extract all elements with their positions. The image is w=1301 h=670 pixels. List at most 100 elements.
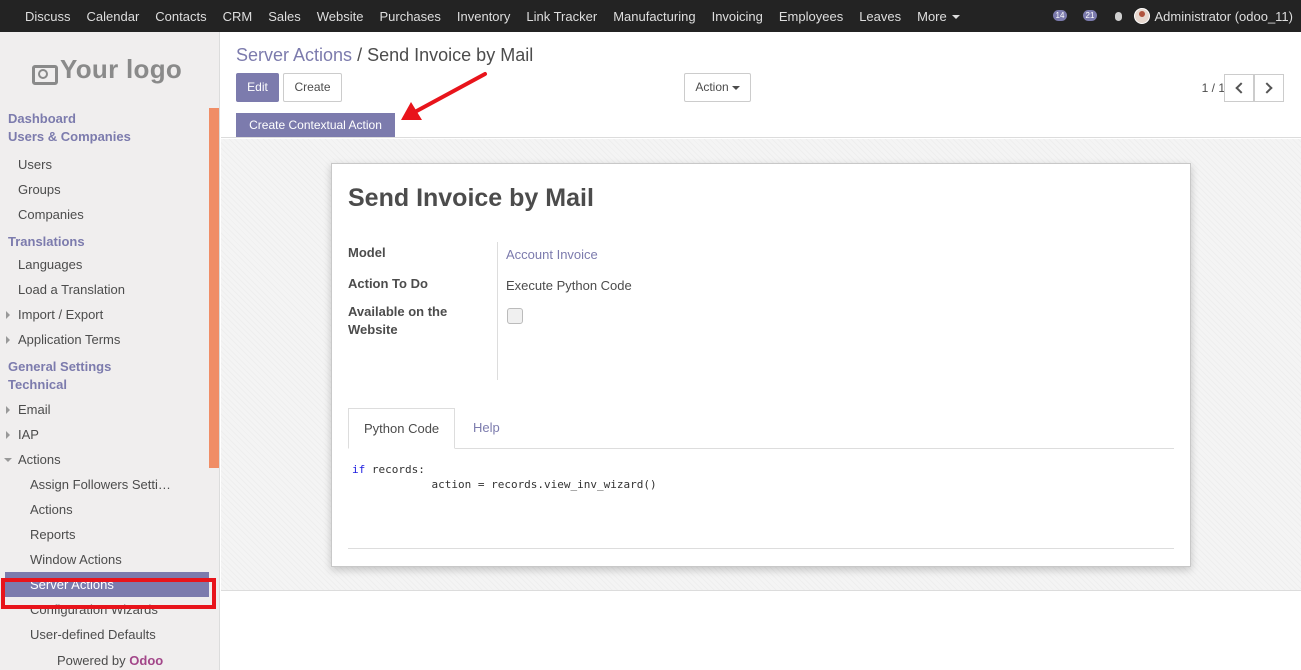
pager-value[interactable]: 1 / 1: [1202, 81, 1225, 95]
action-dropdown[interactable]: Action: [684, 73, 751, 102]
caret-right-icon: [6, 311, 10, 319]
logo-text: Your logo: [60, 54, 183, 84]
code-keyword: if: [352, 463, 366, 476]
menu-sales[interactable]: Sales: [260, 9, 309, 24]
menu-manufacturing[interactable]: Manufacturing: [605, 9, 703, 24]
form-view: Send Invoice by Mail Model Action To Do …: [221, 139, 1301, 591]
sidebar-section-general-settings[interactable]: General Settings: [0, 358, 209, 376]
sidebar-item-label: User-defined Defaults: [30, 627, 156, 642]
python-code-editor[interactable]: if records: action = records.view_inv_wi…: [352, 462, 657, 492]
user-name: Administrator (odoo_11): [1154, 8, 1294, 24]
activity-badge: 14: [1052, 10, 1068, 21]
breadcrumb-current: Send Invoice by Mail: [367, 45, 534, 65]
chevron-right-icon: [1261, 82, 1273, 94]
highlight-box: [1, 578, 216, 609]
sidebar-item-actions-sub[interactable]: Actions: [0, 497, 209, 522]
tab-help[interactable]: Help: [458, 408, 515, 449]
action-to-do-label: Action To Do: [348, 276, 428, 291]
breadcrumb-separator: /: [357, 45, 363, 65]
control-panel: Server Actions / Send Invoice by Mail Ed…: [221, 32, 1301, 138]
caret-right-icon: [6, 336, 10, 344]
menu-purchases[interactable]: Purchases: [371, 9, 448, 24]
chevron-left-icon: [1235, 82, 1247, 94]
sidebar-item-users[interactable]: Users: [0, 152, 209, 177]
sidebar-section-translations[interactable]: Translations: [0, 233, 209, 251]
sidebar-scrollbar[interactable]: [209, 108, 219, 468]
tab-python-code[interactable]: Python Code: [348, 408, 456, 449]
menu-website[interactable]: Website: [309, 9, 372, 24]
sidebar-item-reports[interactable]: Reports: [0, 522, 209, 547]
sidebar-item-label: Assign Followers Setti…: [30, 477, 171, 492]
sidebar-item-label: IAP: [18, 427, 39, 442]
breadcrumb-server-actions[interactable]: Server Actions: [236, 45, 352, 65]
sidebar-item-iap[interactable]: IAP: [0, 422, 209, 447]
action-to-do-value: Execute Python Code: [506, 278, 632, 293]
sidebar-item-label: Languages: [18, 257, 83, 272]
sidebar-item-actions[interactable]: Actions: [0, 447, 209, 472]
sidebar-item-groups[interactable]: Groups: [0, 177, 209, 202]
debug-bug-icon[interactable]: [1112, 9, 1124, 23]
sidebar-nav: Dashboard Users & Companies Users Groups…: [0, 110, 209, 647]
model-label: Model: [348, 245, 386, 260]
breadcrumb: Server Actions / Send Invoice by Mail: [236, 45, 533, 66]
messages-icon[interactable]: 21: [1082, 9, 1102, 23]
form-divider: [348, 548, 1174, 549]
caret-down-icon: [4, 458, 12, 462]
sidebar: Your logo Dashboard Users & Companies Us…: [0, 32, 220, 670]
available-on-website-checkbox[interactable]: [507, 308, 523, 324]
sidebar-item-languages[interactable]: Languages: [0, 252, 209, 277]
record-title: Send Invoice by Mail: [348, 184, 594, 212]
sidebar-item-companies[interactable]: Companies: [0, 202, 209, 227]
sidebar-item-email[interactable]: Email: [0, 397, 209, 422]
pager-previous-button[interactable]: [1224, 74, 1254, 102]
sidebar-item-label: Window Actions: [30, 552, 122, 567]
company-logo[interactable]: Your logo: [32, 54, 182, 85]
menu-inventory[interactable]: Inventory: [449, 9, 518, 24]
menu-more[interactable]: More: [909, 9, 968, 24]
create-contextual-action-button[interactable]: Create Contextual Action: [236, 113, 395, 137]
sidebar-item-window-actions[interactable]: Window Actions: [0, 547, 209, 572]
page-footer-area: [221, 592, 1301, 670]
sidebar-item-assign-followers[interactable]: Assign Followers Setti…: [0, 472, 209, 497]
sidebar-section-users-companies[interactable]: Users & Companies: [0, 128, 209, 146]
sidebar-item-label: Actions: [18, 452, 61, 467]
menu-invoicing[interactable]: Invoicing: [704, 9, 771, 24]
caret-down-icon: [951, 15, 960, 20]
activity-icon[interactable]: 14: [1052, 9, 1072, 23]
user-menu[interactable]: Administrator (odoo_11): [1133, 8, 1294, 24]
sidebar-item-application-terms[interactable]: Application Terms: [0, 327, 209, 352]
sidebar-item-user-defaults[interactable]: User-defined Defaults: [0, 622, 209, 647]
menu-crm[interactable]: CRM: [215, 9, 261, 24]
caret-right-icon: [6, 406, 10, 414]
field-separator: [497, 242, 498, 380]
odoo-link[interactable]: Odoo: [129, 653, 163, 668]
edit-button[interactable]: Edit: [236, 73, 279, 102]
pager-next-button[interactable]: [1254, 74, 1284, 102]
menu-discuss[interactable]: Discuss: [17, 9, 79, 24]
sidebar-item-label: Companies: [18, 207, 84, 222]
sidebar-item-load-translation[interactable]: Load a Translation: [0, 277, 209, 302]
notebook-tabs: Python Code Help: [348, 408, 1174, 449]
menu-contacts[interactable]: Contacts: [147, 9, 214, 24]
sidebar-item-label: Reports: [30, 527, 76, 542]
camera-icon: [32, 61, 58, 85]
menu-leaves[interactable]: Leaves: [851, 9, 909, 24]
sidebar-item-label: Users: [18, 157, 52, 172]
sidebar-item-import-export[interactable]: Import / Export: [0, 302, 209, 327]
sidebar-item-label: Email: [18, 402, 51, 417]
caret-down-icon: [731, 85, 740, 90]
create-button[interactable]: Create: [283, 73, 342, 102]
model-value[interactable]: Account Invoice: [506, 247, 598, 262]
menu-calendar[interactable]: Calendar: [79, 9, 148, 24]
caret-right-icon: [6, 431, 10, 439]
menu-employees[interactable]: Employees: [771, 9, 851, 24]
sidebar-section-dashboard[interactable]: Dashboard: [0, 110, 209, 128]
menu-more-label: More: [917, 8, 947, 24]
menu-link-tracker[interactable]: Link Tracker: [518, 9, 605, 24]
sidebar-section-technical[interactable]: Technical: [0, 376, 209, 394]
code-line-2: action = records.view_inv_wizard(): [352, 478, 657, 491]
code-line-1: records:: [365, 463, 425, 476]
form-sheet: Send Invoice by Mail Model Action To Do …: [331, 163, 1191, 567]
sidebar-item-label: Load a Translation: [18, 282, 125, 297]
avatar: [1133, 8, 1150, 24]
